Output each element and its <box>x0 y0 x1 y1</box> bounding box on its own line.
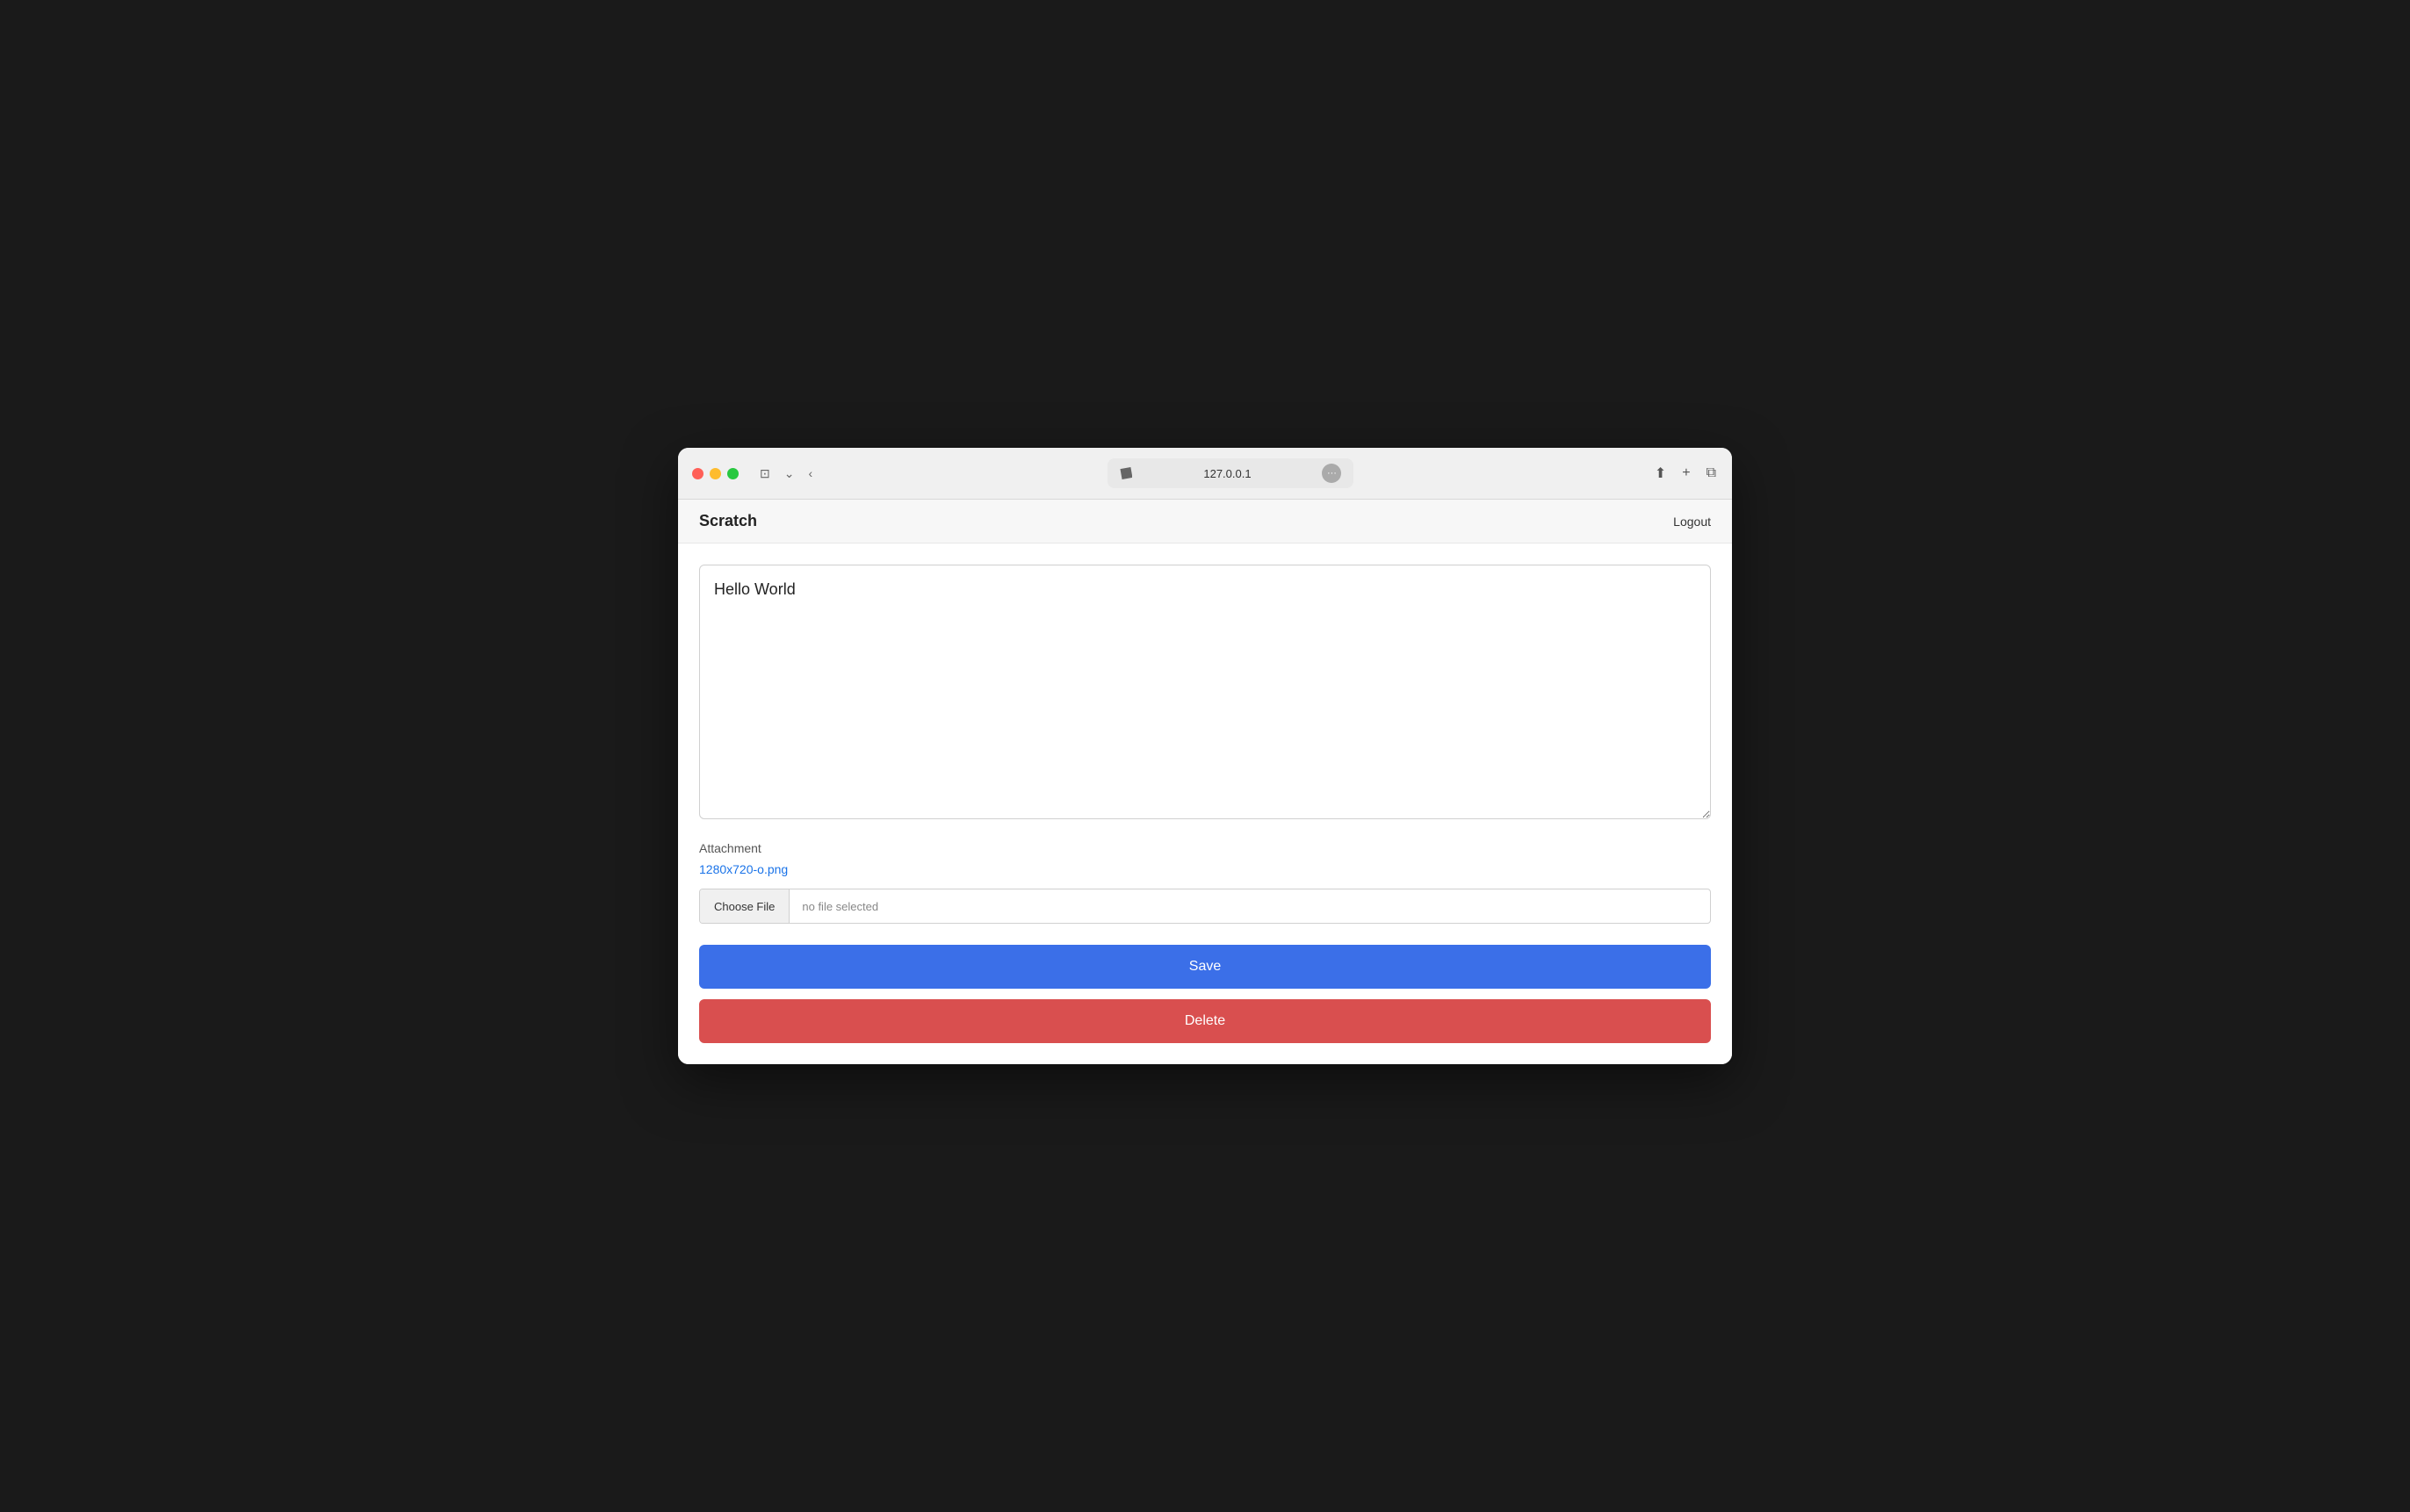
delete-button[interactable]: Delete <box>699 999 1711 1043</box>
logout-button[interactable]: Logout <box>1673 515 1711 529</box>
tab-overview-button[interactable]: ⧉ <box>1705 464 1718 483</box>
traffic-light-maximize[interactable] <box>727 468 739 479</box>
sidebar-icon: ⊡ <box>760 466 770 481</box>
address-bar[interactable]: 127.0.0.1 ··· <box>1108 458 1353 488</box>
scratch-textarea[interactable]: Hello World <box>699 565 1711 819</box>
share-button[interactable]: ⬆ <box>1653 463 1668 484</box>
favicon-icon <box>1120 467 1132 479</box>
browser-window: ⊡ ⌄ ‹ 127.0.0.1 ··· ⬆ + <box>678 448 1732 1064</box>
traffic-lights <box>692 468 739 479</box>
main-content: Hello World Attachment 1280x720-o.png Ch… <box>678 544 1732 1064</box>
ellipsis-icon: ··· <box>1327 468 1337 479</box>
browser-actions: ⬆ + ⧉ <box>1653 463 1718 484</box>
back-icon: ‹ <box>808 466 812 480</box>
file-input-wrapper: Choose File no file selected <box>699 889 1711 924</box>
traffic-light-minimize[interactable] <box>710 468 721 479</box>
app-content: Scratch Logout Hello World Attachment 12… <box>678 500 1732 1064</box>
save-button[interactable]: Save <box>699 945 1711 989</box>
choose-file-button[interactable]: Choose File <box>700 889 790 923</box>
address-bar-wrapper: 127.0.0.1 ··· <box>826 458 1635 488</box>
traffic-light-close[interactable] <box>692 468 704 479</box>
browser-chrome: ⊡ ⌄ ‹ 127.0.0.1 ··· ⬆ + <box>678 448 1732 500</box>
chevron-down-icon: ⌄ <box>784 466 795 481</box>
tab-overview-icon: ⧉ <box>1706 465 1716 480</box>
plus-icon: + <box>1682 465 1690 480</box>
address-bar-text: 127.0.0.1 <box>1139 467 1315 480</box>
sidebar-toggle-chevron[interactable]: ⌄ <box>781 464 798 483</box>
back-button[interactable]: ‹ <box>805 464 816 482</box>
attachment-label: Attachment <box>699 841 1711 855</box>
new-tab-button[interactable]: + <box>1680 464 1692 483</box>
nav-brand: Scratch <box>699 512 757 530</box>
file-name-display: no file selected <box>790 900 1710 913</box>
nav-bar: Scratch Logout <box>678 500 1732 544</box>
sidebar-toggle-button[interactable]: ⊡ <box>756 464 774 483</box>
share-icon: ⬆ <box>1655 466 1666 481</box>
browser-controls: ⊡ ⌄ ‹ <box>756 464 816 483</box>
attachment-section: Attachment 1280x720-o.png Choose File no… <box>699 841 1711 924</box>
attachment-file-link[interactable]: 1280x720-o.png <box>699 862 1711 876</box>
address-bar-more-button[interactable]: ··· <box>1322 464 1341 483</box>
